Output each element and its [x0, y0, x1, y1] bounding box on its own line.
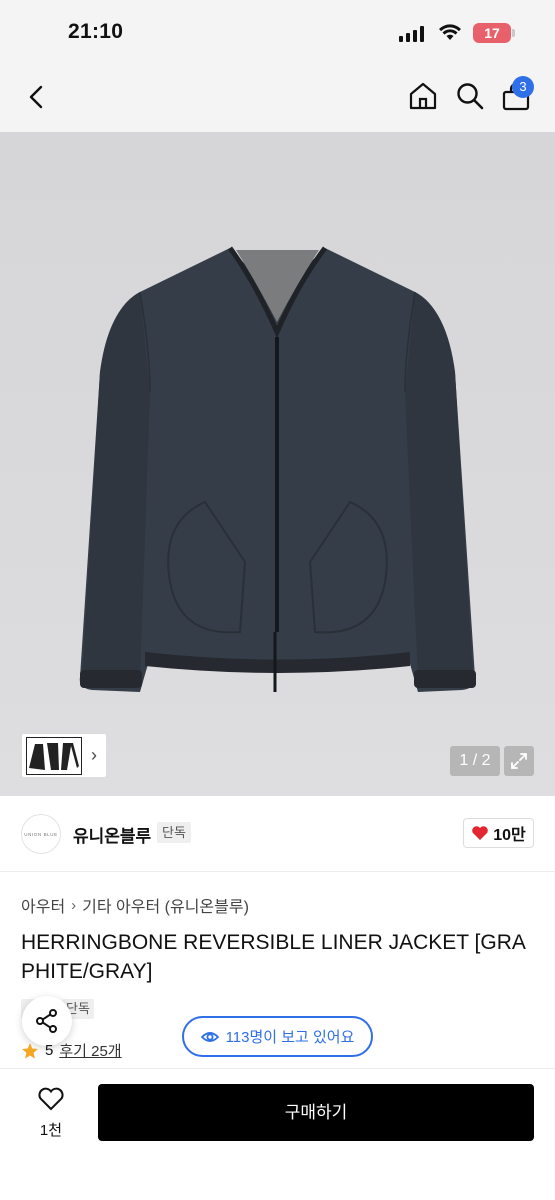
thumbnail-jacket-icon — [29, 742, 79, 770]
expand-icon — [511, 753, 527, 769]
wishlist-count: 1천 — [39, 1122, 63, 1139]
battery-cap — [512, 29, 515, 37]
rating-score: 5 — [45, 1042, 54, 1059]
buy-button[interactable]: 구매하기 — [98, 1084, 534, 1141]
seller-like-count: 10만 — [493, 827, 526, 844]
status-time: 21:10 — [68, 20, 124, 43]
exclusive-badge: 단독 — [157, 822, 191, 843]
rating-row: 5 후기 25개 — [21, 1040, 122, 1061]
thumbnail-image[interactable] — [26, 736, 82, 775]
jacket-image — [79, 246, 476, 692]
wishlist-button[interactable]: 1천 — [28, 1087, 74, 1140]
share-button[interactable] — [22, 996, 72, 1046]
product-title: HERRINGBONE REVERSIBLE LINER JACKET [GRA… — [21, 931, 526, 983]
thumbnail-next-icon[interactable]: › — [91, 745, 97, 766]
heart-filled-icon — [472, 826, 489, 840]
viewers-badge: 113명이 보고 있어요 — [182, 1016, 373, 1057]
breadcrumb-category[interactable]: 아우터 — [21, 893, 65, 917]
seller-logo[interactable]: UNION BLUE — [21, 814, 61, 854]
viewers-text: 113명이 보고 있어요 — [225, 1029, 355, 1046]
share-icon — [36, 1009, 57, 1033]
expand-button[interactable] — [504, 746, 534, 776]
seller-row[interactable]: UNION BLUE 유니온블루 단독 10만 — [0, 796, 555, 872]
breadcrumb: 아우터 › 기타 아우터 (유니온블루) — [21, 893, 249, 917]
breadcrumb-subcategory[interactable]: 기타 아우터 (유니온블루) — [82, 893, 249, 917]
wifi-icon — [439, 24, 461, 40]
cart-badge: 3 — [512, 76, 534, 98]
seller-name[interactable]: 유니온블루 — [73, 822, 151, 847]
status-bar: 21:10 17 — [0, 0, 555, 62]
app-header — [0, 62, 555, 132]
breadcrumb-chevron-icon: › — [71, 896, 77, 914]
thumbnail-strip[interactable]: › — [21, 733, 107, 778]
home-icon[interactable] — [408, 81, 438, 111]
battery-icon: 17 — [473, 23, 511, 43]
back-icon[interactable] — [27, 84, 47, 110]
star-icon — [22, 1042, 38, 1059]
review-count-link[interactable]: 후기 25개 — [59, 1040, 121, 1061]
search-icon[interactable] — [455, 81, 485, 111]
bottom-action-bar: 1천 구매하기 — [0, 1068, 555, 1200]
signal-icon — [399, 26, 424, 42]
page-indicator: 1 / 2 — [450, 746, 500, 776]
seller-like-button[interactable]: 10만 — [463, 818, 534, 848]
product-image[interactable]: › 1 / 2 — [0, 132, 555, 796]
heart-outline-icon — [38, 1087, 64, 1111]
eye-icon — [200, 1031, 219, 1042]
